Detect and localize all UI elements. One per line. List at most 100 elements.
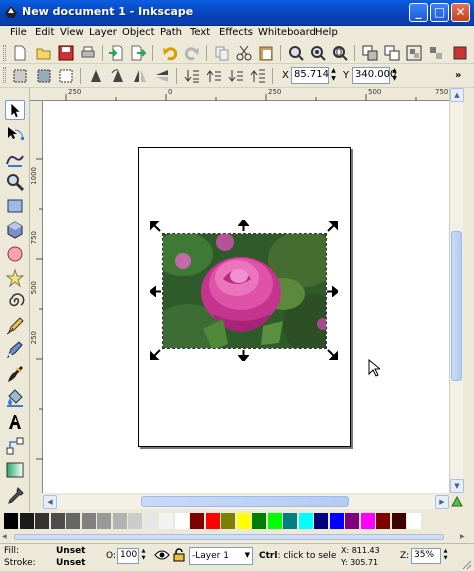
palette-swatch[interactable] <box>345 513 359 529</box>
group-icon[interactable] <box>406 45 422 61</box>
scale-handle-top-left-icon[interactable] <box>150 221 161 232</box>
menu-effects[interactable]: Effects <box>219 27 253 38</box>
scale-handle-bottom-icon[interactable] <box>238 350 249 361</box>
resize-grip-icon[interactable] <box>460 558 472 570</box>
palette-swatch[interactable] <box>329 513 344 529</box>
deselect-icon[interactable] <box>58 68 74 84</box>
export-icon[interactable] <box>130 45 146 61</box>
opacity-input[interactable]: 100 <box>117 548 139 564</box>
drawing-canvas[interactable] <box>43 101 449 493</box>
text-tool-icon[interactable] <box>5 412 25 432</box>
scroll-up-arrow-icon[interactable]: ▲ <box>450 88 464 102</box>
flip-vertical-icon[interactable] <box>154 68 170 84</box>
toolbar-grip[interactable] <box>3 67 6 83</box>
palette-swatch[interactable] <box>19 513 34 529</box>
calligraphy-tool-icon[interactable] <box>5 364 25 384</box>
paint-bucket-tool-icon[interactable] <box>5 388 25 408</box>
node-tool-icon[interactable] <box>5 124 25 144</box>
vertical-scrollbar[interactable]: ▲ ▼ <box>449 88 464 493</box>
palette-swatch[interactable] <box>314 513 328 529</box>
flip-horizontal-icon[interactable] <box>132 68 148 84</box>
zoom-tool-icon[interactable] <box>5 172 25 192</box>
palette-swatch[interactable] <box>190 513 204 529</box>
toolbar-overflow-arrow[interactable]: » <box>455 70 461 81</box>
raise-icon[interactable] <box>206 68 222 84</box>
menu-whiteboard[interactable]: Whiteboard <box>258 27 316 38</box>
toolbar-grip[interactable] <box>3 45 6 61</box>
undo-icon[interactable] <box>162 45 178 61</box>
duplicate-icon[interactable] <box>362 45 378 61</box>
palette-scrollbar[interactable]: ◀ ▶ <box>0 532 474 542</box>
palette-swatch[interactable] <box>407 513 421 529</box>
palette-swatch[interactable] <box>267 513 282 529</box>
ungroup-icon[interactable] <box>428 45 444 61</box>
menu-layer[interactable]: Layer <box>89 27 117 38</box>
dropper-tool-icon[interactable] <box>5 486 25 506</box>
palette-swatch[interactable] <box>35 513 49 529</box>
palette-swatch[interactable] <box>174 513 189 529</box>
palette-swatch[interactable] <box>4 513 18 529</box>
zoom-input[interactable]: 35% <box>411 548 441 564</box>
select-all-layers-icon[interactable] <box>36 68 52 84</box>
scale-handle-bottom-left-icon[interactable] <box>150 349 161 360</box>
palette-swatch[interactable] <box>236 513 251 529</box>
open-folder-icon[interactable] <box>36 45 52 61</box>
scale-handle-bottom-right-icon[interactable] <box>327 349 338 360</box>
star-tool-icon[interactable] <box>5 268 25 288</box>
ellipse-tool-icon[interactable] <box>5 244 25 264</box>
rotate-ccw-icon[interactable] <box>88 68 104 84</box>
minimize-button[interactable]: _ <box>409 3 428 22</box>
rose-image[interactable] <box>162 233 327 349</box>
palette-swatch[interactable] <box>221 513 235 529</box>
menu-edit[interactable]: Edit <box>35 27 54 38</box>
save-icon[interactable] <box>58 45 74 61</box>
scroll-right-arrow-icon[interactable]: ▶ <box>435 495 449 509</box>
fill-stroke-icon[interactable] <box>452 45 468 61</box>
palette-scroll-left-icon[interactable]: ◀ <box>2 533 10 541</box>
palette-swatch[interactable] <box>143 513 158 529</box>
lower-icon[interactable] <box>228 68 244 84</box>
palette-swatch[interactable] <box>252 513 266 529</box>
horizontal-scrollbar[interactable]: ◀ ▶ <box>43 495 449 509</box>
color-management-toggle-icon[interactable] <box>451 496 463 508</box>
palette-swatch[interactable] <box>112 513 127 529</box>
menu-text[interactable]: Text <box>190 27 210 38</box>
layer-dropdown[interactable]: -Layer 1 ▼ <box>189 547 253 565</box>
menu-file[interactable]: File <box>10 27 27 38</box>
connector-tool-icon[interactable] <box>5 436 25 456</box>
y-spin-arrows[interactable]: ▲ ▼ <box>390 67 399 84</box>
pencil-tool-icon[interactable] <box>5 316 25 336</box>
horizontal-ruler[interactable]: 250 0 250 500 750 <box>30 88 463 101</box>
menu-path[interactable]: Path <box>160 27 182 38</box>
layer-visibility-eye-icon[interactable] <box>154 549 170 561</box>
print-icon[interactable] <box>80 45 96 61</box>
paste-icon[interactable] <box>258 45 274 61</box>
palette-swatch[interactable] <box>360 513 375 529</box>
copy-icon[interactable] <box>214 45 230 61</box>
zoom-page-icon[interactable] <box>332 45 348 61</box>
palette-swatch[interactable] <box>128 513 142 529</box>
scale-handle-top-right-icon[interactable] <box>327 221 338 232</box>
palette-swatch[interactable] <box>97 513 111 529</box>
select-all-icon[interactable] <box>12 68 28 84</box>
3d-box-tool-icon[interactable] <box>5 220 25 240</box>
gradient-tool-icon[interactable] <box>5 460 25 480</box>
y-input[interactable]: 340.000 <box>352 67 396 84</box>
lower-to-bottom-icon[interactable] <box>184 68 200 84</box>
raise-to-top-icon[interactable] <box>250 68 266 84</box>
fill-value[interactable]: Unset <box>56 546 85 556</box>
zoom-drawing-icon[interactable] <box>310 45 326 61</box>
tweak-tool-icon[interactable] <box>5 148 25 168</box>
rectangle-tool-icon[interactable] <box>5 196 25 216</box>
scale-handle-top-icon[interactable] <box>238 220 249 231</box>
x-spin-arrows[interactable]: ▲ ▼ <box>329 67 338 84</box>
palette-scroll-right-icon[interactable]: ▶ <box>460 533 468 541</box>
scale-handle-right-icon[interactable] <box>327 286 338 297</box>
palette-swatch[interactable] <box>376 513 390 529</box>
import-icon[interactable] <box>108 45 124 61</box>
zoom-selection-icon[interactable] <box>288 45 304 61</box>
layer-lock-icon[interactable] <box>173 548 185 562</box>
scale-handle-left-icon[interactable] <box>150 286 161 297</box>
selector-tool-icon[interactable] <box>5 100 25 120</box>
vertical-scroll-thumb[interactable] <box>451 231 462 381</box>
